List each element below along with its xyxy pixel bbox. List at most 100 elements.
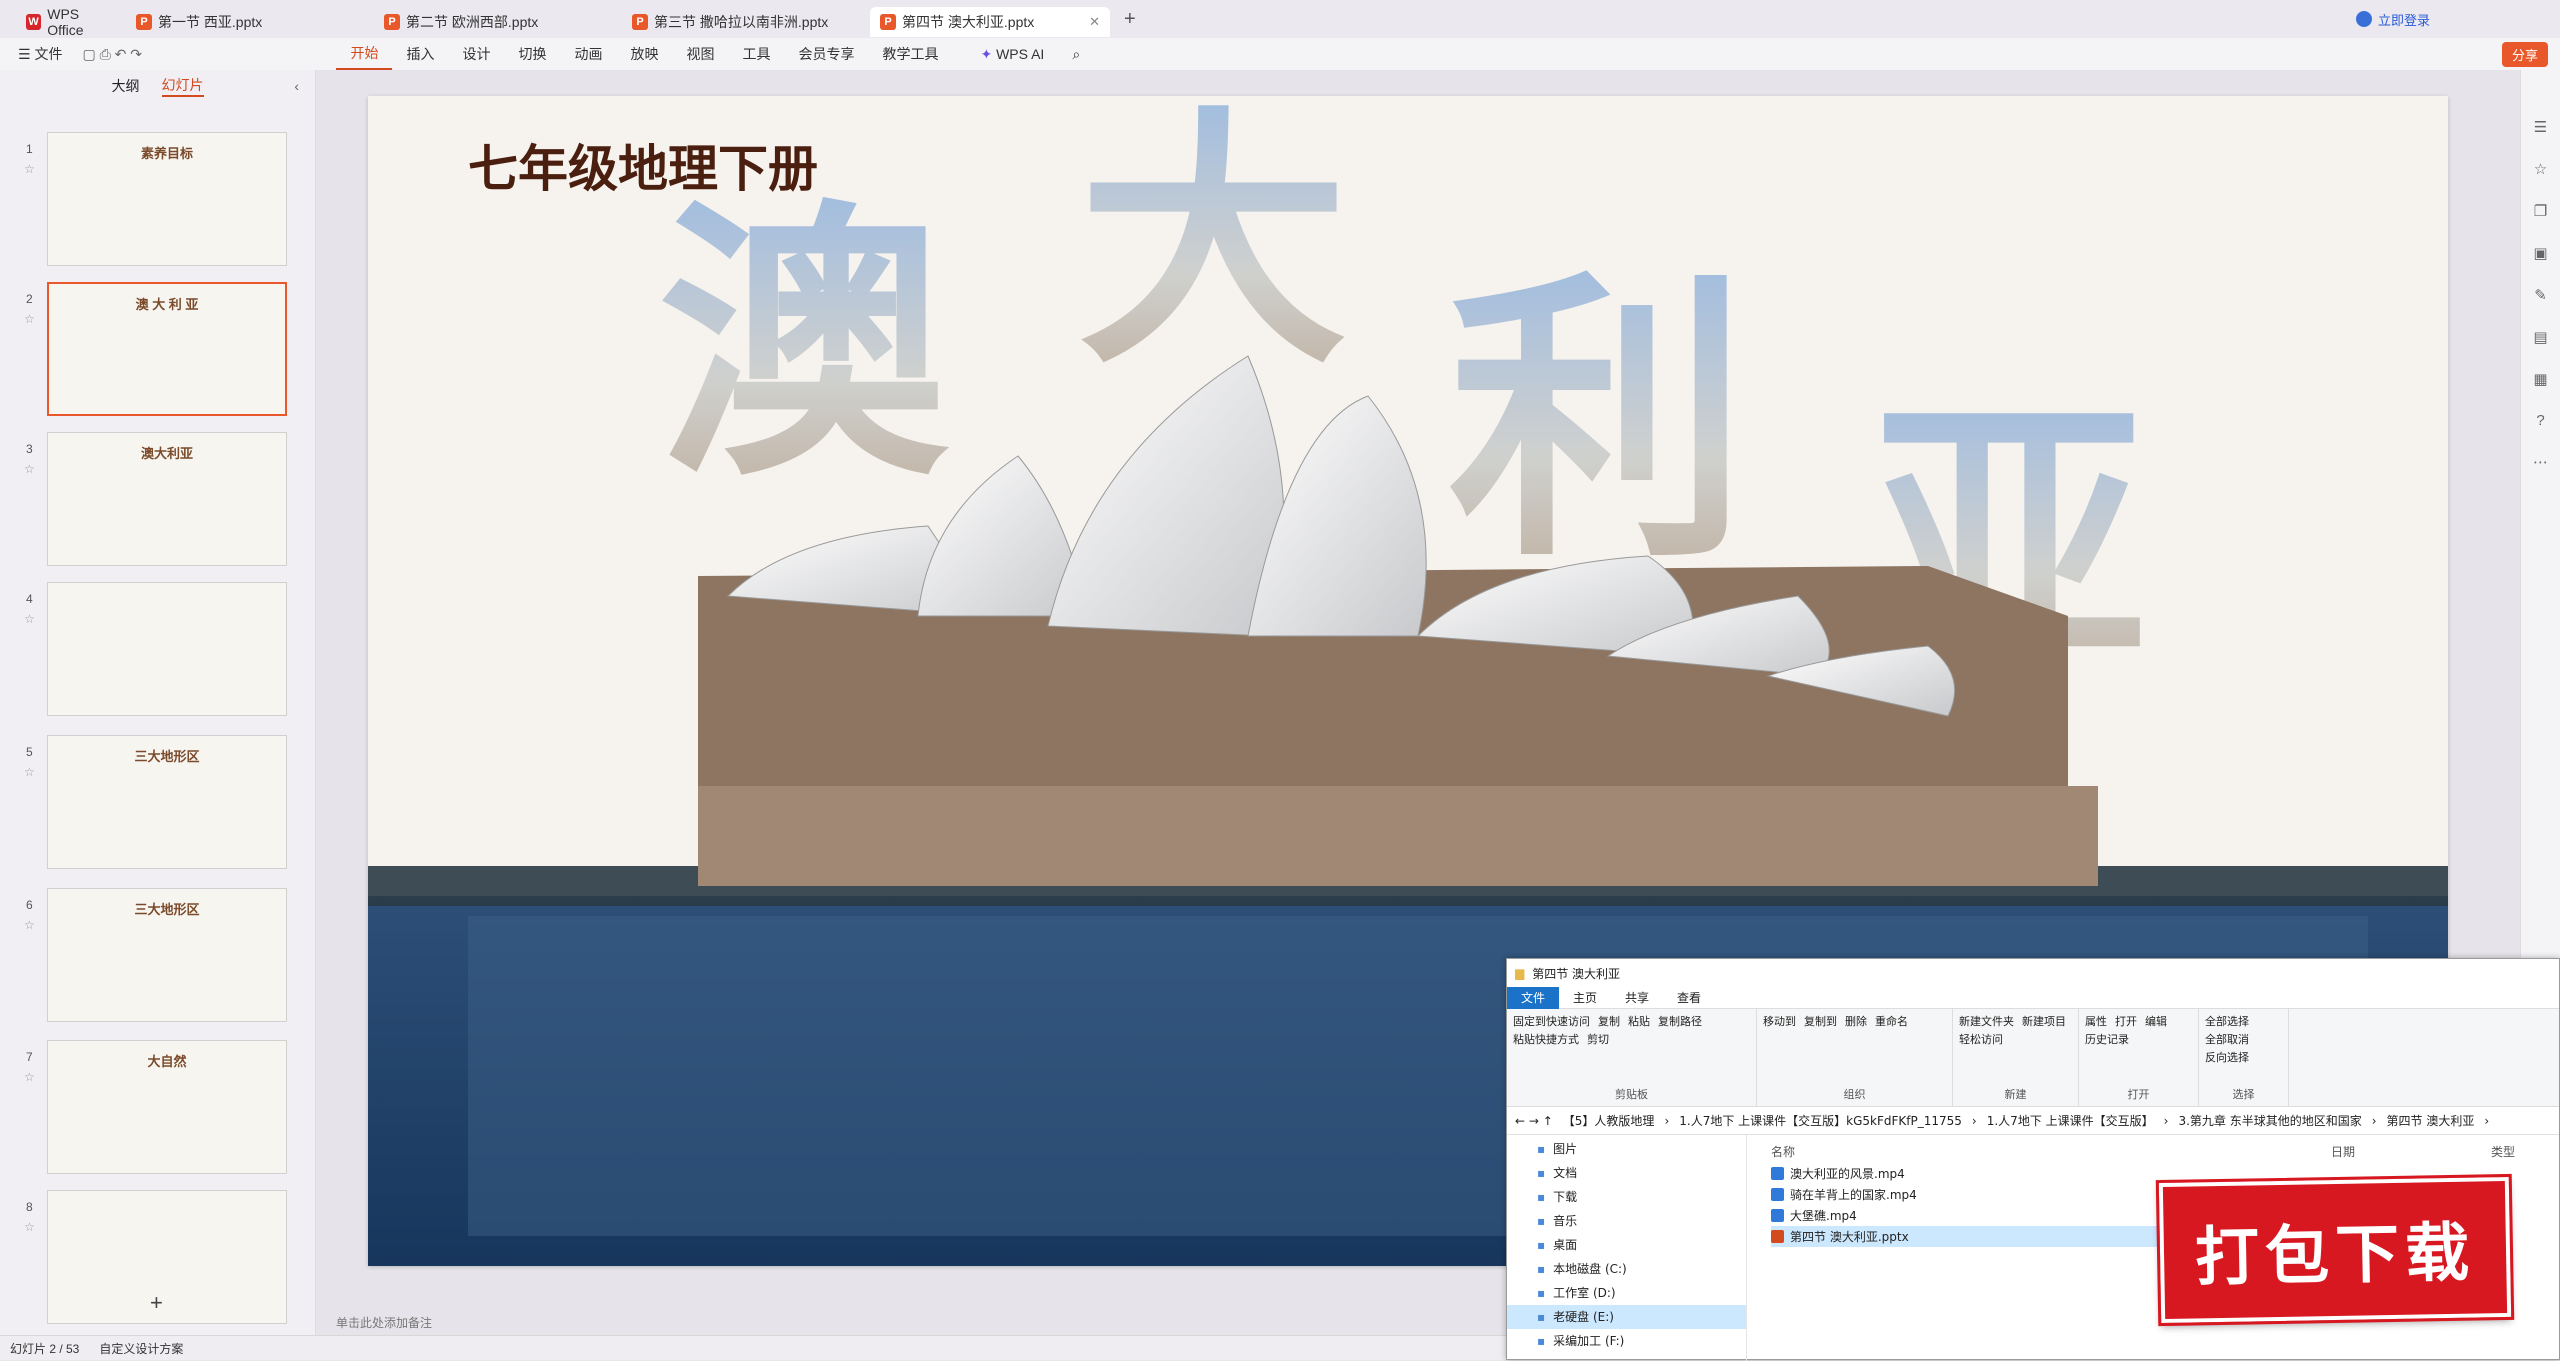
ribbon-command[interactable]: 轻松访问 <box>1959 1031 2003 1047</box>
ribbon-command[interactable]: 复制 <box>1598 1013 1620 1029</box>
menu-slideshow[interactable]: 放映 <box>616 44 672 64</box>
explorer-tab-share[interactable]: 共享 <box>1611 987 1663 1009</box>
ribbon-command[interactable]: 新建项目 <box>2022 1013 2066 1029</box>
star-icon[interactable]: ☆ <box>24 162 35 176</box>
new-tab-icon[interactable]: + <box>1124 8 1136 31</box>
explorer-tab-home[interactable]: 主页 <box>1559 987 1611 1009</box>
star-icon[interactable]: ☆ <box>24 1220 35 1234</box>
breadcrumb-item[interactable]: 【5】人教版地理 <box>1563 1112 1655 1129</box>
ribbon-command[interactable]: 属性 <box>2085 1013 2107 1029</box>
breadcrumb-item[interactable]: 第四节 澳大利亚 <box>2387 1112 2475 1129</box>
ribbon-command[interactable]: 历史记录 <box>2085 1031 2129 1047</box>
ribbon-command[interactable]: 移动到 <box>1763 1013 1796 1029</box>
ribbon-command[interactable]: 新建文件夹 <box>1959 1013 2014 1029</box>
menu-tools[interactable]: 工具 <box>728 44 784 64</box>
explorer-tab-file[interactable]: 文件 <box>1507 986 1560 1009</box>
star-icon[interactable]: ☆ <box>24 312 35 326</box>
col-name[interactable]: 名称 <box>1771 1143 2331 1160</box>
ribbon-command[interactable]: 打开 <box>2115 1013 2137 1029</box>
ribbon-command[interactable]: 复制到 <box>1804 1013 1837 1029</box>
tab-slides[interactable]: 幻灯片 <box>161 75 204 97</box>
tab-doc-3[interactable]: P 第三节 撒哈拉以南非洲.pptx <box>622 7 862 37</box>
star-icon[interactable]: ☆ <box>24 918 35 932</box>
col-date[interactable]: 日期 <box>2331 1143 2491 1160</box>
file-menu[interactable]: 文件 <box>34 46 62 62</box>
search-icon[interactable]: ⌕ <box>1058 46 1094 63</box>
tools-icon[interactable]: ✎ <box>2534 286 2547 304</box>
slide-thumb[interactable]: 大自然 <box>47 1040 287 1174</box>
layout-icon[interactable]: ▦ <box>2533 370 2547 388</box>
menu-wps-ai[interactable]: ✦ WPS AI <box>966 46 1058 63</box>
slide-thumb[interactable] <box>47 582 287 716</box>
star-icon[interactable]: ☆ <box>2534 160 2547 178</box>
template-icon[interactable]: ▤ <box>2533 328 2547 346</box>
nav-item[interactable]: ▪ 工作室 (D:) <box>1537 1281 1746 1305</box>
quick-access-icons[interactable]: ▢ ⎙ ↶ ↷ <box>76 46 336 63</box>
menu-member[interactable]: 会员专享 <box>784 44 868 64</box>
ribbon-command[interactable]: 剪切 <box>1587 1031 1609 1047</box>
menu-design[interactable]: 设计 <box>448 44 504 64</box>
nav-item[interactable]: ▪ 图片 <box>1537 1137 1746 1161</box>
star-icon[interactable]: ☆ <box>24 612 35 626</box>
slide-thumb[interactable]: 澳 大 利 亚 <box>47 282 287 416</box>
menu-teaching[interactable]: 教学工具 <box>868 44 952 64</box>
menu-icon[interactable]: ☰ 文件 <box>0 44 76 64</box>
star-icon[interactable]: ☆ <box>24 1070 35 1084</box>
slide-thumb[interactable]: 素养目标 <box>47 132 287 266</box>
ribbon-command[interactable]: 反向选择 <box>2205 1049 2249 1065</box>
settings-icon[interactable]: ☰ <box>2534 118 2547 136</box>
image-icon[interactable]: ▣ <box>2533 244 2547 262</box>
explorer-tab-view[interactable]: 查看 <box>1663 987 1715 1009</box>
nav-item[interactable]: ▪ 下载 <box>1537 1185 1746 1209</box>
star-icon[interactable]: ☆ <box>24 462 35 476</box>
col-type[interactable]: 类型 <box>2491 1143 2515 1160</box>
nav-item[interactable]: ▪ 音乐 <box>1537 1209 1746 1233</box>
ribbon-command[interactable]: 固定到快速访问 <box>1513 1013 1590 1029</box>
ribbon-command[interactable]: 全部取消 <box>2205 1031 2249 1047</box>
ribbon-command[interactable]: 删除 <box>1845 1013 1867 1029</box>
breadcrumb-item[interactable]: 1.人7地下 上课课件【交互版】 <box>1987 1112 2154 1129</box>
slide-thumb[interactable]: 澳大利亚 <box>47 432 287 566</box>
slide-thumb[interactable] <box>47 1190 287 1324</box>
ribbon-command[interactable]: 全部选择 <box>2205 1013 2249 1029</box>
tab-doc-2[interactable]: P 第二节 欧洲西部.pptx <box>374 7 614 37</box>
slide-thumb[interactable]: 三大地形区 <box>47 735 287 869</box>
ribbon-command[interactable]: 复制路径 <box>1658 1013 1702 1029</box>
menu-transition[interactable]: 切换 <box>504 44 560 64</box>
close-icon[interactable]: ✕ <box>1089 14 1100 30</box>
nav-item[interactable]: ▪ 本地磁盘 (C:) <box>1537 1257 1746 1281</box>
download-stamp[interactable]: 打包下载 <box>2155 1173 2515 1327</box>
ribbon-command[interactable]: 粘贴 <box>1628 1013 1650 1029</box>
collapse-icon[interactable]: ‹ <box>294 78 299 94</box>
tab-wps-office[interactable]: W WPS Office <box>16 6 126 38</box>
ribbon-command[interactable]: 重命名 <box>1875 1013 1908 1029</box>
design-scheme[interactable]: 自定义设计方案 <box>99 1340 183 1357</box>
copy-icon[interactable]: ❐ <box>2534 202 2547 220</box>
file-row[interactable]: 第四节 澳大利亚.pptx <box>1771 1226 2191 1247</box>
more-icon[interactable]: ⋯ <box>2533 453 2548 471</box>
menu-home[interactable]: 开始 <box>336 38 393 70</box>
nav-arrows-icon[interactable]: ← → ↑ <box>1515 1114 1553 1128</box>
tab-outline[interactable]: 大纲 <box>112 76 140 96</box>
login-button[interactable]: 立即登录 <box>2355 10 2430 29</box>
breadcrumb-item[interactable]: 3.第九章 东半球其他的地区和国家 <box>2178 1112 2361 1129</box>
notes-placeholder[interactable]: 单击此处添加备注 <box>336 1314 432 1331</box>
ribbon-command[interactable]: 粘贴快捷方式 <box>1513 1031 1579 1047</box>
nav-item[interactable]: ▪ 文档 <box>1537 1161 1746 1185</box>
slide-thumb[interactable]: 三大地形区 <box>47 888 287 1022</box>
nav-item[interactable]: ▪ 老硬盘 (E:) <box>1507 1305 1746 1329</box>
share-button[interactable]: 分享 <box>2501 41 2548 67</box>
tab-doc-4[interactable]: P 第四节 澳大利亚.pptx ✕ <box>870 7 1110 37</box>
menu-view[interactable]: 视图 <box>672 44 728 64</box>
star-icon[interactable]: ☆ <box>24 765 35 779</box>
nav-item[interactable]: ▪ 采编加工 (F:) <box>1537 1329 1746 1353</box>
tab-doc-1[interactable]: P 第一节 西亚.pptx <box>126 7 356 37</box>
address-bar[interactable]: ← → ↑ 【5】人教版地理 › 1.人7地下 上课课件【交互版】kG5kFdFKfP… <box>1507 1107 2559 1135</box>
ribbon-command[interactable]: 编辑 <box>2145 1013 2167 1029</box>
menu-animation[interactable]: 动画 <box>560 44 616 64</box>
menu-insert[interactable]: 插入 <box>392 44 448 64</box>
add-slide-icon[interactable]: + <box>150 1290 163 1316</box>
help-icon[interactable]: ? <box>2536 412 2544 429</box>
breadcrumb-item[interactable]: 1.人7地下 上课课件【交互版】kG5kFdFKfP_11755 <box>1679 1112 1962 1129</box>
nav-item[interactable]: ▪ 桌面 <box>1537 1233 1746 1257</box>
